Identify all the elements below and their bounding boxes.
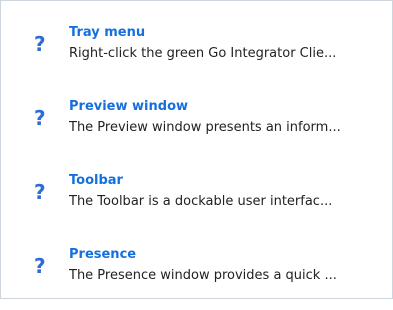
help-topic-description: Right-click the green Go Integrator Clie… — [69, 46, 337, 61]
help-topic-toolbar[interactable]: ? Toolbar The Toolbar is a dockable user… — [1, 172, 392, 236]
help-topic-title[interactable]: Toolbar — [69, 172, 123, 189]
question-mark-icon: ? — [34, 180, 46, 204]
help-topic-presence[interactable]: ? Presence The Presence window provides … — [1, 246, 392, 310]
help-topic-preview-window[interactable]: ? Preview window The Preview window pres… — [1, 98, 392, 162]
question-mark-icon: ? — [34, 106, 46, 130]
help-topic-description: The Presence window provides a quick ... — [69, 268, 337, 283]
help-topic-description: The Toolbar is a dockable user interfac.… — [69, 194, 333, 209]
help-topic-title[interactable]: Tray menu — [69, 24, 145, 41]
question-mark-icon: ? — [34, 254, 46, 278]
help-topic-description: The Preview window presents an inform... — [69, 120, 341, 135]
help-topic-tray-menu[interactable]: ? Tray menu Right-click the green Go Int… — [1, 24, 392, 88]
help-topics-panel: ? Tray menu Right-click the green Go Int… — [0, 0, 393, 299]
help-topic-title[interactable]: Preview window — [69, 98, 188, 115]
help-topic-title[interactable]: Presence — [69, 246, 136, 263]
question-mark-icon: ? — [34, 32, 46, 56]
